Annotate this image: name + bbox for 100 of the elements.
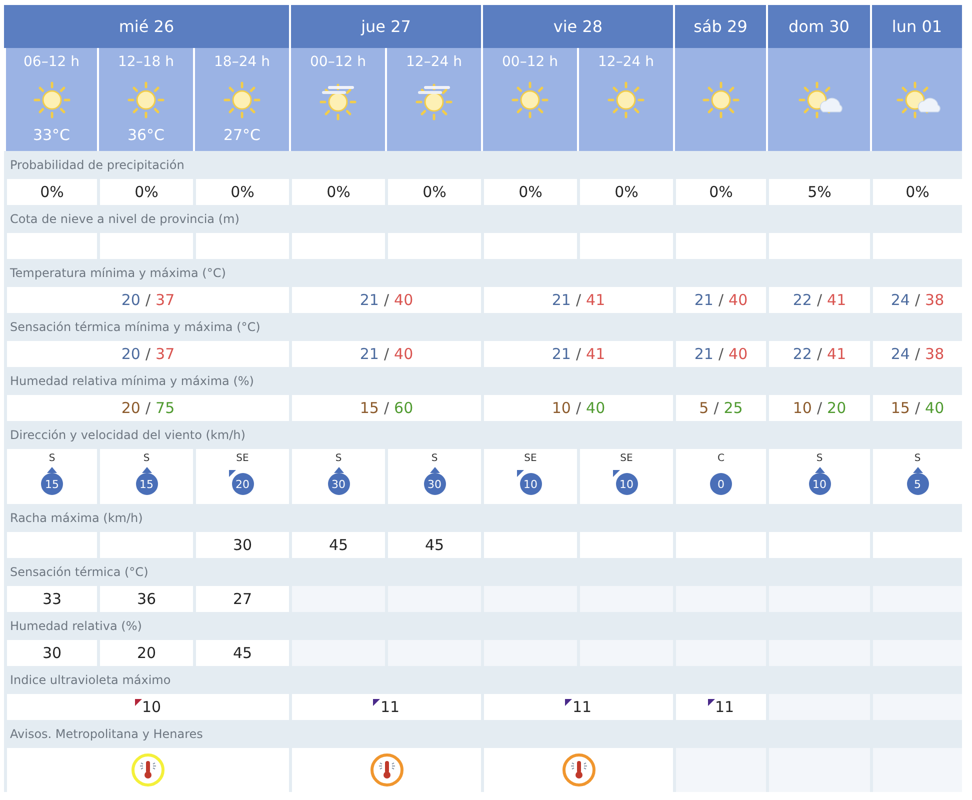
uv-index: 11: [572, 698, 592, 716]
minimum-value: 21: [360, 291, 379, 309]
wind-direction: S: [431, 453, 438, 466]
separator: /: [816, 291, 822, 309]
minimum-value: 20: [121, 345, 140, 363]
separator: /: [576, 345, 582, 363]
row-heading: Indice ultravioleta máximo: [4, 666, 962, 694]
maximum-value: 40: [728, 345, 748, 363]
wind-arrow-icon: [430, 467, 440, 473]
minimum-value: 21: [360, 345, 379, 363]
day-header: dom 30: [766, 5, 870, 48]
wind-arrow-icon: [814, 467, 824, 473]
thermometer-warning-icon[interactable]: [562, 753, 596, 787]
period-label: 00–12 h: [310, 54, 366, 72]
row-heading: Temperatura mínima y máxima (°C): [4, 259, 962, 287]
minimum-value: 24: [890, 345, 910, 363]
minimum-value: 15: [360, 399, 379, 417]
minimum-value: 21: [552, 345, 571, 363]
separator: /: [145, 399, 151, 417]
maximum-value: 41: [586, 345, 606, 363]
wind-arrow-icon: [912, 467, 922, 473]
minimum-value: 21: [694, 291, 714, 309]
separator: /: [576, 291, 582, 309]
row-heading: Avisos. Metropolitana y Henares: [4, 720, 962, 748]
separator: /: [718, 345, 724, 363]
row-heading: Cota de nieve a nivel de provincia (m): [4, 205, 962, 233]
separator: /: [384, 291, 390, 309]
row-heading: Sensación térmica mínima y máxima (°C): [4, 313, 962, 341]
separator: /: [914, 399, 920, 417]
wind-direction: SE: [236, 453, 249, 466]
separator: /: [384, 345, 390, 363]
separator: /: [384, 399, 390, 417]
maximum-value: 41: [586, 291, 606, 309]
maximum-value: 37: [156, 291, 175, 309]
minimum-value: 24: [890, 291, 910, 309]
wind-direction: S: [48, 453, 56, 466]
maximum-value: 20: [827, 399, 846, 417]
wind-arrow-icon: [612, 470, 620, 477]
period-label: 18–24 h: [214, 54, 270, 72]
separator: /: [914, 345, 920, 363]
maximum-value: 38: [925, 291, 944, 309]
wind-direction: S: [914, 453, 921, 466]
minimum-value: 20: [121, 291, 140, 309]
maximum-value: 25: [724, 399, 743, 417]
wind-arrow-icon: [516, 470, 524, 477]
wind-arrow-icon: [142, 467, 152, 473]
wind-arrow-icon: [334, 467, 344, 473]
separator: /: [714, 399, 719, 417]
maximum-value: 41: [827, 345, 846, 363]
wind-direction: S: [143, 453, 150, 466]
wind-speed-badge: 0: [710, 473, 732, 495]
maximum-value: 40: [394, 291, 414, 309]
day-header: mié 26: [4, 5, 289, 48]
wind-direction: S: [816, 453, 823, 466]
row-heading: Dirección y velocidad del viento (km/h): [4, 421, 962, 449]
uv-index: 10: [142, 698, 162, 716]
row-heading: Humedad relativa mínima y máxima (%): [4, 367, 962, 395]
row-heading: Probabilidad de precipitación: [4, 151, 962, 179]
separator: /: [145, 345, 151, 363]
period-label: 12–18 h: [118, 54, 174, 72]
separator: /: [816, 345, 822, 363]
minimum-value: 15: [890, 399, 910, 417]
wind-direction: S: [335, 453, 342, 466]
maximum-value: 40: [586, 399, 606, 417]
maximum-value: 40: [728, 291, 748, 309]
wind-speed-badge: 20: [232, 473, 254, 495]
wind-speed-badge: 10: [520, 473, 542, 495]
period-temperature: 36°C: [127, 126, 165, 144]
uv-index: 11: [714, 698, 734, 716]
period-label: 12–24 h: [406, 54, 462, 72]
row-heading: Humedad relativa (%): [4, 612, 962, 640]
separator: /: [914, 291, 920, 309]
minimum-value: 5: [699, 399, 709, 417]
row-heading: Racha máxima (km/h): [4, 504, 962, 532]
separator: /: [718, 291, 724, 309]
day-header: vie 28: [481, 5, 673, 48]
minimum-value: 22: [792, 291, 812, 309]
day-header: lun 01: [870, 5, 962, 48]
minimum-value: 10: [792, 399, 812, 417]
minimum-value: 22: [792, 345, 812, 363]
day-header: sáb 29: [673, 5, 766, 48]
thermometer-warning-icon[interactable]: [370, 753, 404, 787]
maximum-value: 41: [827, 291, 846, 309]
separator: /: [816, 399, 822, 417]
row-heading: Sensación térmica (°C): [4, 558, 962, 586]
wind-arrow-icon: [228, 470, 236, 477]
period-label: 06–12 h: [24, 54, 80, 72]
minimum-value: 21: [694, 345, 714, 363]
uv-index: 11: [380, 698, 400, 716]
maximum-value: 75: [156, 399, 175, 417]
minimum-value: 10: [552, 399, 571, 417]
maximum-value: 37: [156, 345, 175, 363]
wind-direction: SE: [620, 453, 633, 466]
maximum-value: 60: [394, 399, 414, 417]
maximum-value: 40: [394, 345, 414, 363]
separator: /: [576, 399, 582, 417]
maximum-value: 40: [925, 399, 944, 417]
minimum-value: 20: [121, 399, 140, 417]
period-label: 00–12 h: [502, 54, 558, 72]
wind-direction: C: [718, 453, 724, 466]
